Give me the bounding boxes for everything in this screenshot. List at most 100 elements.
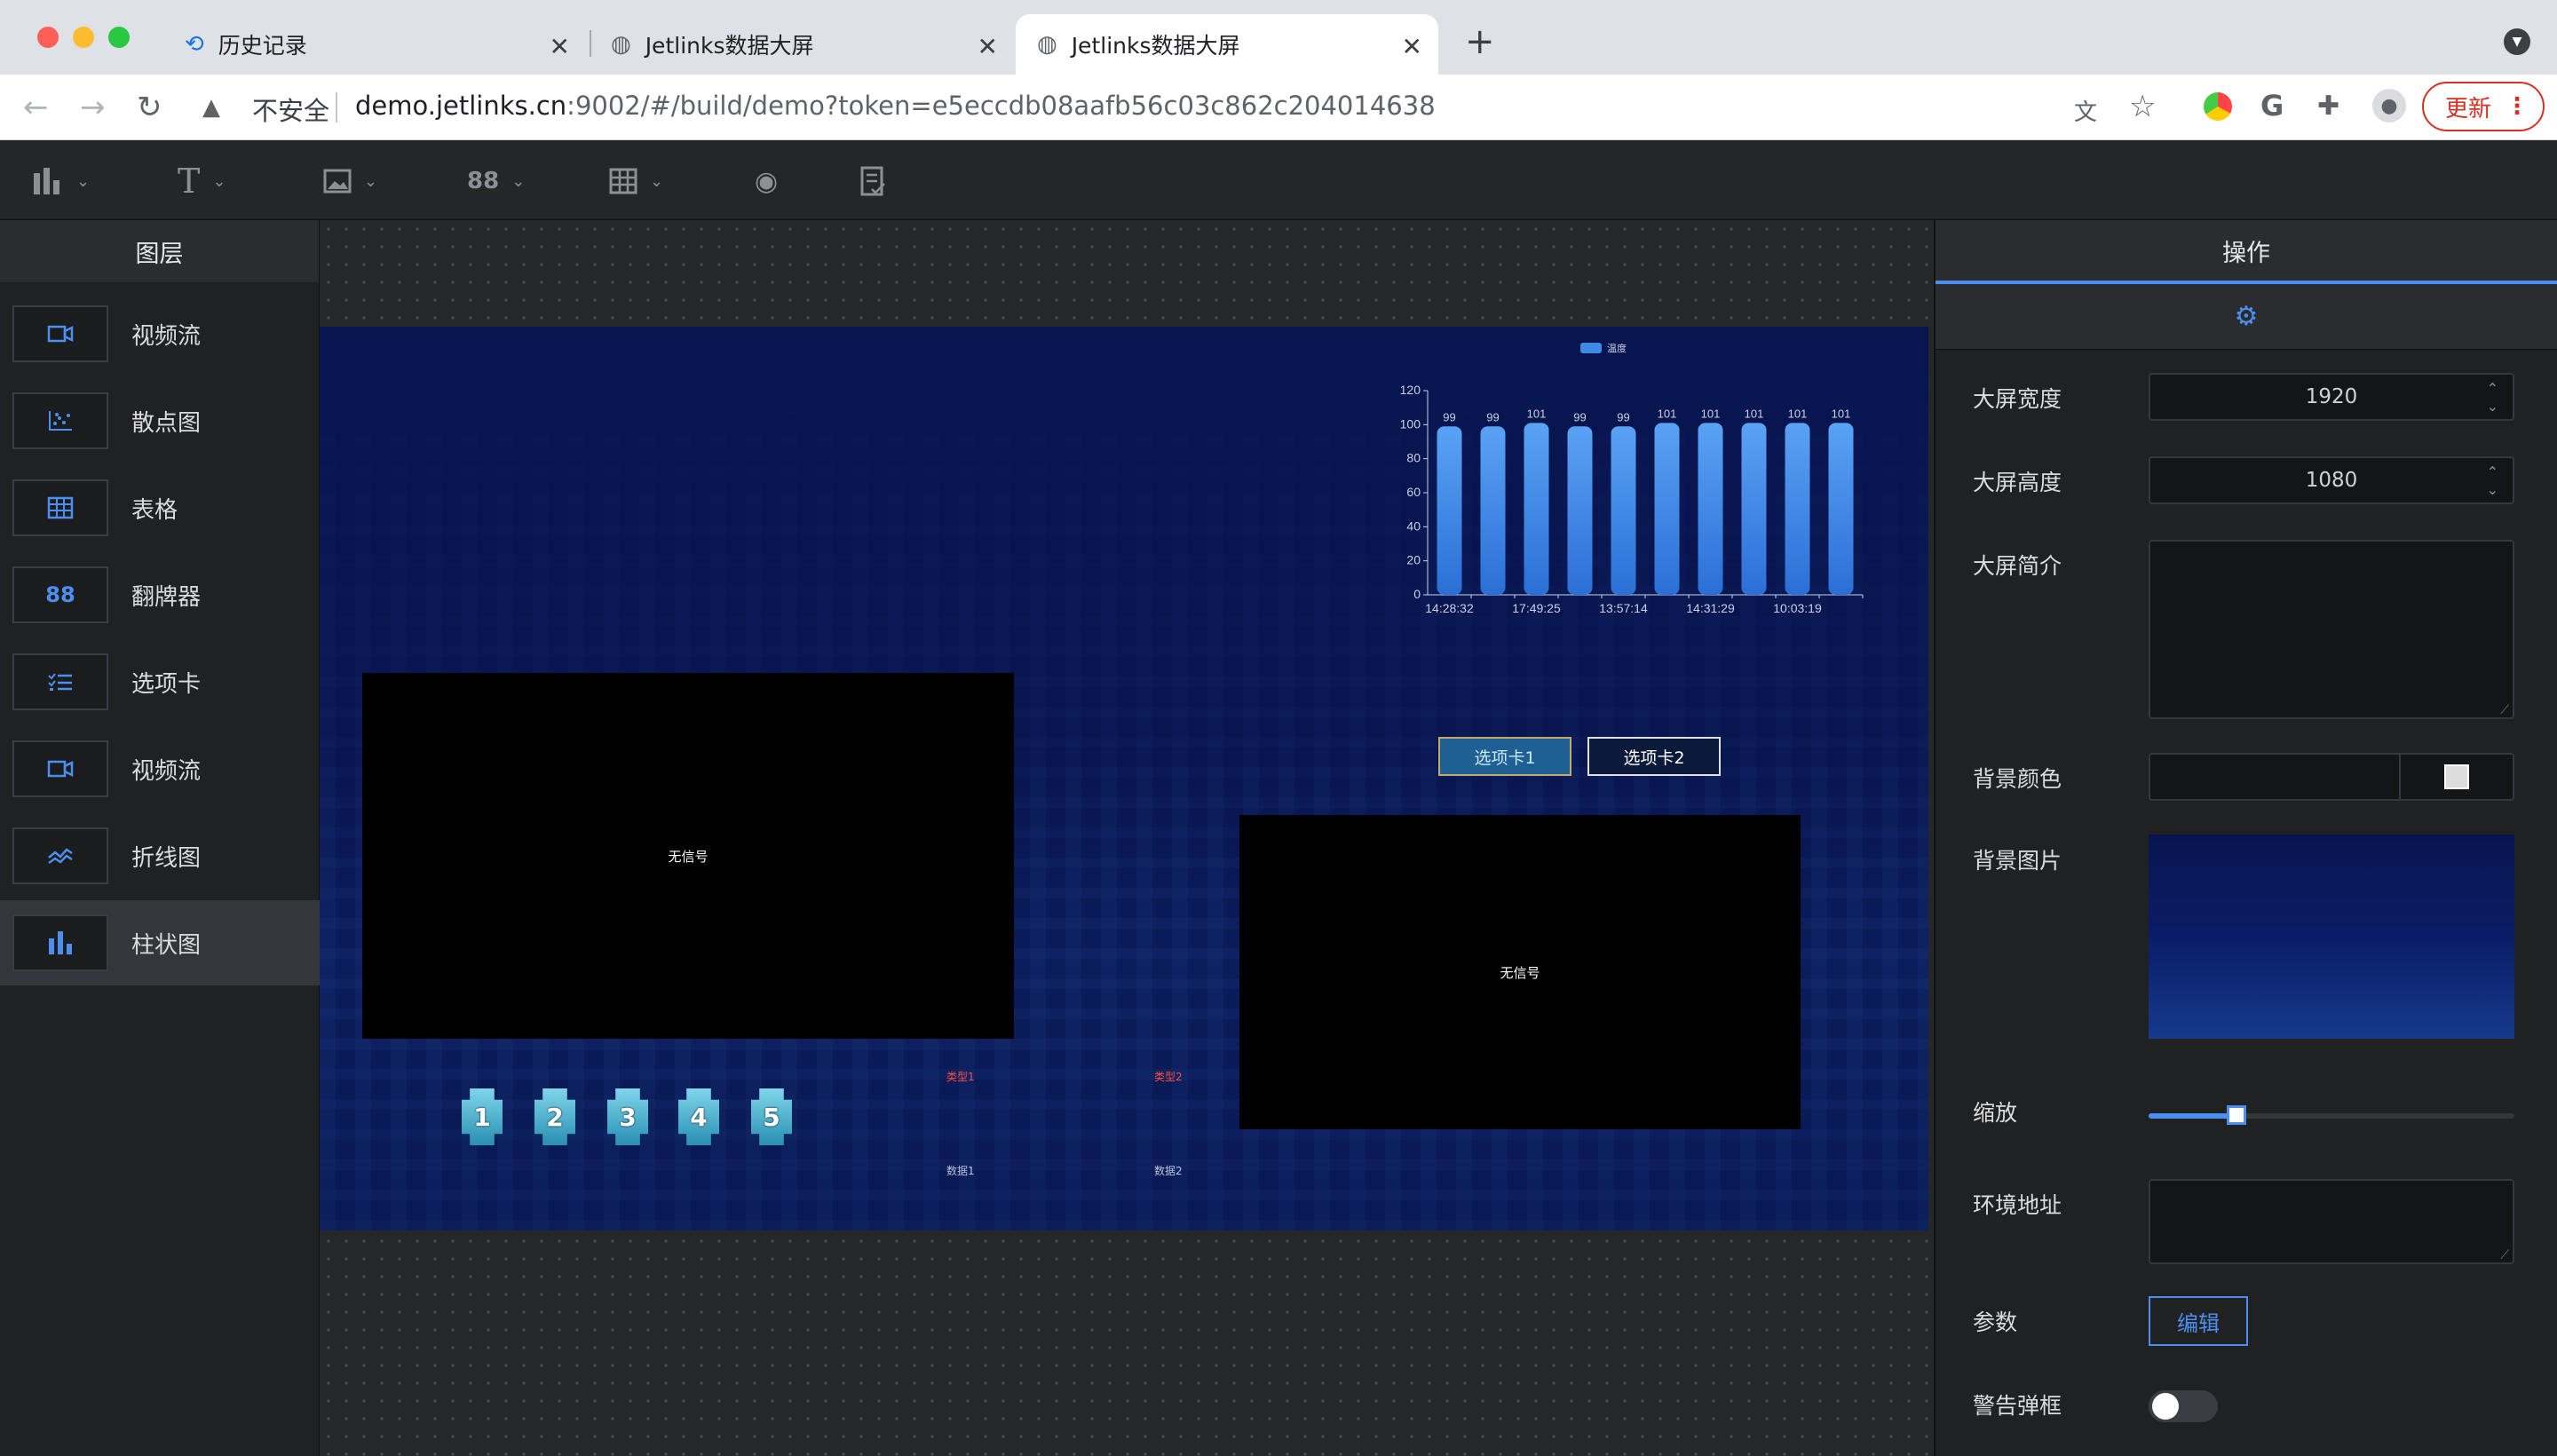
color-picker-button[interactable] [2399,755,2513,799]
globe-icon: ◍ [1037,31,1057,58]
browser-tab-strip: ⟲ 历史记录 ✕ ◍ Jetlinks数据大屏 ✕ ◍ Jetlinks数据大屏… [0,0,2557,75]
extensions-puzzle-icon[interactable]: ✚ [2317,91,2339,122]
close-window-dot[interactable] [37,27,59,48]
tab-search-icon[interactable]: ▼ [2504,28,2530,55]
bar-data-label: 101 [1745,407,1764,420]
canvas-area[interactable]: 温度 0 20 40 60 80 100 120 99 14:28:32 99 101 17:49:25… [320,220,1934,1456]
digit: 2 [546,1102,564,1132]
scale-slider-thumb[interactable] [2226,1105,2246,1125]
scale-slider-fill [2149,1113,2236,1119]
browser-tab-jetlinks-active[interactable]: ◍ Jetlinks数据大屏 ✕ [1016,14,1438,75]
digit: 3 [619,1102,637,1132]
chevron-down-icon: ⌄ [511,171,526,191]
browser-tab-history[interactable]: ⟲ 历史记录 ✕ [169,14,586,75]
bg-image-thumbnail[interactable] [2149,835,2514,1039]
bar-chart-widget[interactable]: 温度 0 20 40 60 80 100 120 99 14:28:32 99 101 17:49:25… [1376,336,1873,629]
width-input[interactable]: 1920 ⌃ ⌄ [2149,373,2514,421]
bar [1567,426,1593,595]
scatter-icon [12,392,108,449]
digit: 4 [690,1102,708,1132]
tabs-icon [12,653,108,710]
table-icon [609,168,637,194]
minimize-window-dot[interactable] [73,27,94,48]
env-label: 环境地址 [1973,1192,2062,1218]
canvas-tab-1[interactable]: 选项卡1 [1438,737,1571,776]
table-header-type2: 类型2 [1154,1071,1183,1083]
y-tick-label: 120 [1400,383,1421,397]
extension-color-icon[interactable] [2204,92,2232,121]
layer-item[interactable]: 视频流 [0,291,320,376]
bar-data-label: 99 [1617,410,1629,423]
settings-tab[interactable]: ⚙ [1936,284,2557,350]
intro-textarea[interactable]: ⟋ [2149,540,2514,719]
new-tab-button[interactable]: + [1465,21,1495,62]
close-tab-icon[interactable]: ✕ [550,32,570,61]
grammarly-icon[interactable]: G [2260,89,2284,123]
canvas-tab-2[interactable]: 选项卡2 [1587,737,1721,776]
table-cell-data2: 数据2 [1154,1165,1183,1177]
image-tool-button[interactable]: ⌄ [323,163,377,199]
stepper-arrows-icon[interactable]: ⌃ ⌄ [2487,380,2498,415]
x-tick-label: 13:57:14 [1599,601,1648,615]
legend-swatch [1580,343,1602,353]
layer-item[interactable]: 柱状图 [0,900,320,985]
no-signal-text: 无信号 [668,848,709,865]
security-label[interactable]: 不安全 [252,91,329,128]
properties-title: 操作 [1936,220,2557,284]
layer-item[interactable]: 视频流 [0,726,320,811]
close-tab-icon[interactable]: ✕ [1402,32,1422,61]
save-button[interactable] [859,163,886,199]
y-tick-label: 80 [1406,451,1421,465]
big-screen-canvas[interactable]: 温度 0 20 40 60 80 100 120 99 14:28:32 99 101 17:49:25… [320,327,1928,1230]
layer-label: 翻牌器 [131,583,202,611]
url-path: :9002/#/build/demo?token=e5eccdb08aafb56… [566,91,1436,121]
url-field[interactable]: demo.jetlinks.cn:9002/#/build/demo?token… [355,91,1436,121]
height-input[interactable]: 1080 ⌃ ⌄ [2149,456,2514,504]
video-stream-2[interactable]: 无信号 [1239,815,1801,1129]
bar [1828,423,1854,595]
chart-tool-button[interactable]: ⌄ [32,163,90,199]
widget-tool-button[interactable]: 88 ⌄ [467,163,525,199]
maximize-window-dot[interactable] [108,27,130,48]
close-tab-icon[interactable]: ✕ [978,32,998,61]
layer-item[interactable]: 表格 [0,465,320,550]
layer-item[interactable]: 88 翻牌器 [0,552,320,637]
bookmark-star-icon[interactable]: ☆ [2129,89,2156,124]
layers-title: 图层 [0,220,319,282]
bar [1698,423,1723,595]
layer-item[interactable]: 散点图 [0,378,320,463]
bar [1785,423,1810,595]
text-tool-button[interactable]: T ⌄ [178,162,226,201]
forward-icon[interactable]: → [80,91,106,124]
width-label: 大屏宽度 [1973,386,2062,412]
browser-tab-jetlinks-1[interactable]: ◍ Jetlinks数据大屏 ✕ [595,14,1014,75]
video-stream-1[interactable]: 无信号 [362,673,1014,1039]
back-icon[interactable]: ← [23,91,49,124]
layer-item[interactable]: 选项卡 [0,639,320,724]
profile-avatar-icon[interactable]: ● [2372,89,2406,123]
bar-data-label: 101 [1788,407,1808,420]
eye-icon: ◉ [755,165,779,197]
color-swatch-icon [2444,764,2469,789]
reload-icon[interactable]: ↻ [137,91,162,124]
chevron-down-icon: ⌄ [76,171,91,191]
translate-icon[interactable]: 文 [2074,94,2097,127]
scale-slider[interactable] [2149,1105,2514,1125]
toggle-knob [2152,1393,2179,1420]
height-label: 大屏高度 [1973,470,2062,495]
warning-icon[interactable]: ▲ [202,94,220,121]
table-tool-button[interactable]: ⌄ [609,163,663,199]
preview-button[interactable]: ◉ [755,163,778,199]
tab-label: 选项卡2 [1623,748,1685,768]
bg-color-input[interactable] [2149,753,2514,801]
chevron-down-icon: ⌄ [650,171,664,191]
env-textarea[interactable]: ⟋ [2149,1179,2514,1264]
edit-params-button[interactable]: 编辑 [2149,1296,2248,1346]
update-button[interactable]: 更新 ⋮ [2422,82,2545,131]
document-save-icon [860,166,885,196]
layer-item[interactable]: 折线图 [0,813,320,898]
bar [1524,423,1549,595]
stepper-arrows-icon[interactable]: ⌃ ⌄ [2487,463,2498,499]
alert-toggle[interactable] [2149,1390,2218,1422]
tab-title: Jetlinks数据大屏 [1071,33,1240,59]
